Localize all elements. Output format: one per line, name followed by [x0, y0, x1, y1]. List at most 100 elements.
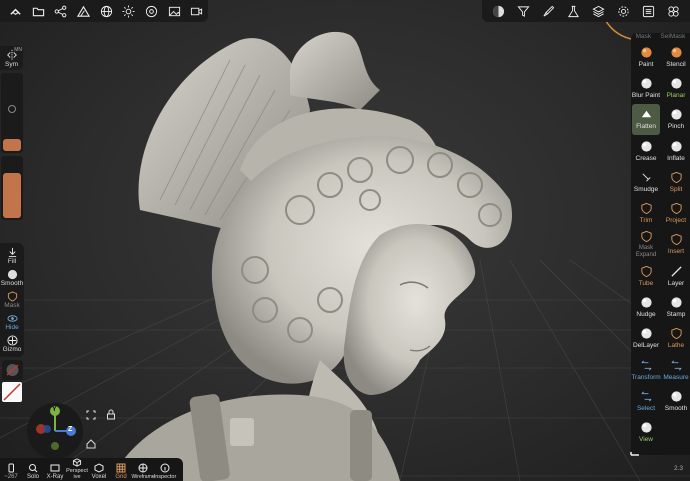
mountain-icon[interactable]: [72, 1, 95, 21]
intensity-slider-fill: [3, 173, 21, 218]
tool-label: Layer: [667, 279, 685, 287]
pinch-icon: [670, 109, 682, 120]
stamp-icon[interactable]: [140, 1, 163, 21]
top-right-toolbar: [482, 0, 690, 22]
share-icon[interactable]: [49, 1, 72, 21]
video-icon[interactable]: [185, 1, 208, 21]
matcap-icon[interactable]: [487, 1, 510, 21]
fill-label: Fill: [7, 258, 17, 265]
secondary-color-swatch[interactable]: [2, 360, 23, 380]
tool-label: Measure: [663, 373, 689, 381]
intensity-slider[interactable]: [1, 156, 23, 220]
image-icon[interactable]: [163, 1, 186, 21]
tool-crease[interactable]: Crease: [632, 135, 660, 166]
tool-select[interactable]: Select: [632, 385, 660, 416]
tool-flatten[interactable]: Flatten: [632, 103, 660, 135]
group-icon[interactable]: [662, 1, 685, 21]
tool-lathe[interactable]: Lathe: [662, 323, 690, 354]
gizmo-icon: [6, 335, 18, 346]
tool-planar[interactable]: Planar: [662, 72, 690, 103]
fill-icon: [8, 247, 16, 258]
home-icon[interactable]: [86, 436, 96, 449]
tool-project[interactable]: Project: [662, 197, 690, 228]
voxel-button[interactable]: Voxel: [88, 458, 110, 481]
orientation-gizmo[interactable]: Y Z: [27, 403, 83, 459]
perspective-label: Perspect ive: [66, 468, 88, 480]
layers-icon[interactable]: [587, 1, 610, 21]
tool-tube[interactable]: Tube: [632, 260, 660, 291]
smooth-tool[interactable]: Smooth: [0, 267, 24, 289]
tool-measure[interactable]: Measure: [662, 354, 690, 385]
phone-button[interactable]: ~267: [0, 458, 22, 481]
gizmo-tool[interactable]: Gizmo: [0, 333, 24, 355]
frame-icon[interactable]: [86, 407, 96, 420]
inspector-button[interactable]: Inspector: [154, 458, 176, 481]
scene-icon[interactable]: [4, 1, 27, 21]
settings-icon[interactable]: [612, 1, 635, 21]
tool-smooth[interactable]: Smooth: [662, 385, 690, 416]
grid-button[interactable]: Grid: [110, 458, 132, 481]
tool-split[interactable]: Split: [662, 166, 690, 197]
tool-pinch[interactable]: Pinch: [662, 104, 690, 135]
tool-paint[interactable]: Paint: [632, 41, 660, 72]
tool-label: Smooth: [664, 404, 688, 412]
paint-icon: [640, 47, 652, 58]
xray-button[interactable]: X-Ray: [44, 458, 66, 481]
sun-icon[interactable]: [117, 1, 140, 21]
perspective-button[interactable]: Perspect ive: [66, 458, 88, 481]
tool-inflate[interactable]: Inflate: [662, 135, 690, 166]
mask-tool[interactable]: Mask: [0, 289, 24, 311]
xray-label: X-Ray: [46, 474, 64, 480]
sculpt-model[interactable]: [0, 0, 690, 481]
tool-label: Mask Expand: [635, 244, 657, 258]
tool-nudge[interactable]: Nudge: [632, 291, 660, 322]
tool-insert[interactable]: Insert: [662, 229, 690, 260]
bottom-toolbar: ~267 Solo X-Ray Perspect ive Voxel Grid …: [0, 458, 183, 481]
tool-blur-paint[interactable]: Blur Paint: [632, 72, 660, 103]
mask-label: Mask: [4, 302, 20, 309]
material-icon[interactable]: [562, 1, 585, 21]
trim-icon: [640, 203, 652, 215]
tool-mask-expand[interactable]: Mask Expand: [632, 229, 660, 260]
tool-layer[interactable]: Layer: [662, 260, 690, 291]
nudge-icon: [640, 297, 652, 308]
tool-label: Insert: [667, 248, 685, 256]
fill-tool[interactable]: Fill: [0, 245, 24, 267]
tool-trim[interactable]: Trim: [632, 197, 660, 228]
globe-icon[interactable]: [95, 1, 118, 21]
voxel-icon: [94, 463, 104, 473]
hide-tool[interactable]: Hide: [0, 311, 24, 333]
tool-label: Pinch: [667, 123, 685, 131]
primary-color-swatch[interactable]: [2, 382, 22, 402]
tool-smudge[interactable]: Smudge: [632, 166, 660, 197]
solo-button[interactable]: Solo: [22, 458, 44, 481]
tool-stencil[interactable]: Stencil: [662, 41, 690, 72]
symmetry-button[interactable]: MN Sym: [0, 46, 23, 70]
wireframe-button[interactable]: Wireframe: [131, 458, 155, 481]
viewport-canvas[interactable]: [0, 0, 690, 481]
tool-transform[interactable]: Transform: [631, 354, 661, 385]
tool-label: Planar: [666, 91, 686, 99]
tool-label: Inflate: [667, 154, 685, 162]
lathe-icon: [670, 328, 682, 340]
counter-label: ~267: [4, 474, 18, 480]
tool-label: Paint: [638, 60, 654, 68]
menu-icon[interactable]: [637, 1, 660, 21]
tool-label: Transform: [631, 373, 661, 381]
tab-selmask[interactable]: SelMask: [660, 33, 685, 41]
tool-label: Stamp: [666, 311, 686, 319]
drag-handle-icon[interactable]: [629, 443, 641, 457]
wireframe-label: Wireframe: [131, 474, 155, 480]
inspector-label: Inspector: [153, 474, 177, 480]
lock-icon[interactable]: [106, 407, 116, 420]
tool-stamp[interactable]: Stamp: [662, 291, 690, 322]
radius-slider[interactable]: [1, 73, 23, 153]
tool-dellayer[interactable]: DelLayer: [632, 323, 660, 354]
folder-icon[interactable]: [27, 1, 50, 21]
version-hint: 2.3: [674, 465, 684, 472]
tab-mask[interactable]: Mask: [636, 33, 652, 41]
filter-icon[interactable]: [512, 1, 535, 21]
brush-icon[interactable]: [537, 1, 560, 21]
blur-paint-icon: [640, 78, 652, 89]
tool-label: Stencil: [666, 60, 686, 68]
